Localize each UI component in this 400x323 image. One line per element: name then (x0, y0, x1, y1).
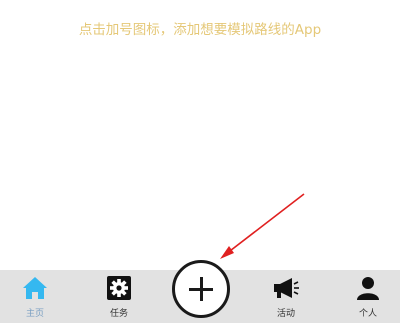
person-icon (343, 274, 393, 302)
tab-tasks-label: 任务 (109, 309, 128, 319)
tab-home-label: 主页 (25, 309, 44, 319)
tab-activity-label: 活动 (276, 309, 295, 319)
home-icon (10, 274, 60, 302)
tab-profile[interactable]: 个人 (343, 270, 393, 323)
tab-profile-label: 个人 (358, 309, 377, 319)
add-app-button[interactable] (172, 260, 230, 318)
tab-tasks[interactable]: 任务 (94, 270, 144, 323)
instruction-text: 点击加号图标，添加想要模拟路线的App (78, 22, 322, 38)
megaphone-icon (261, 274, 311, 302)
gear-icon (94, 274, 144, 302)
tab-activity[interactable]: 活动 (261, 270, 311, 323)
tab-home[interactable]: 主页 (10, 270, 60, 323)
